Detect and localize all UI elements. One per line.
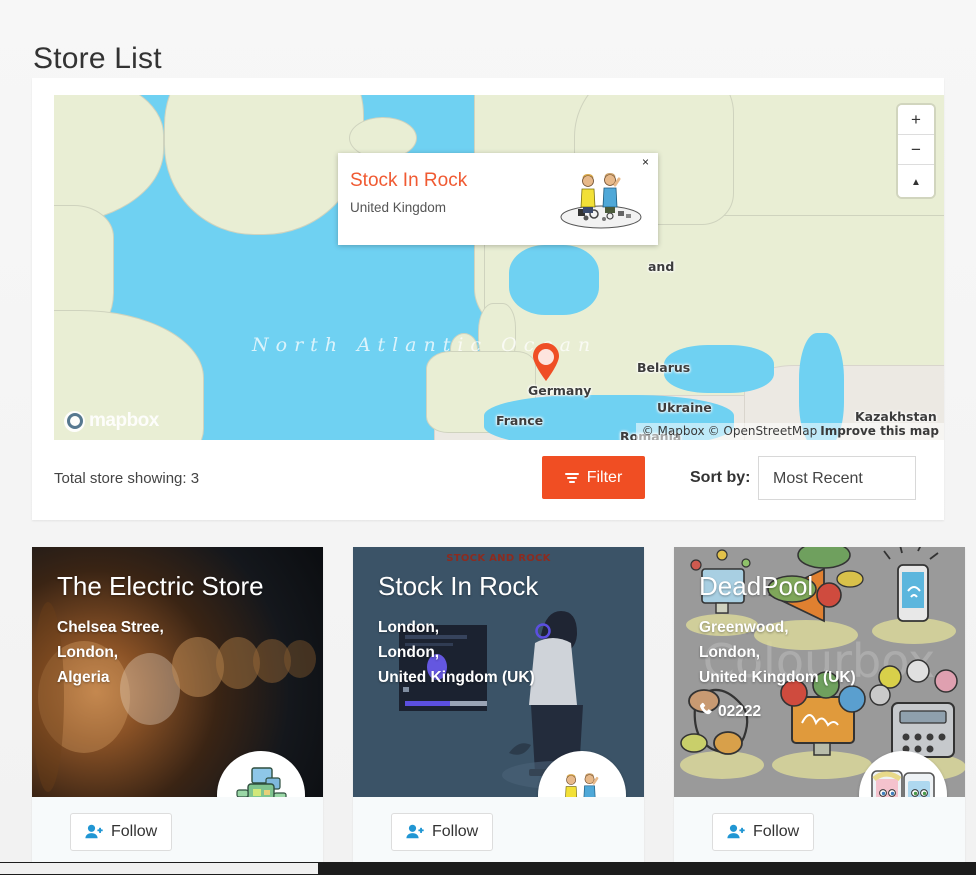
landmass-greenland bbox=[164, 95, 364, 235]
attribution-mapbox[interactable]: © Mapbox bbox=[642, 424, 705, 438]
store-card-footer: Follow bbox=[32, 797, 323, 867]
store-address-line: Algeria bbox=[57, 669, 110, 686]
map-canvas[interactable]: North Atlantic Ocean Iceland Sweden and … bbox=[54, 95, 944, 440]
store-name: DeadPool bbox=[699, 571, 814, 601]
store-banner-caption: STOCK AND ROCK bbox=[446, 553, 551, 564]
attribution-osm[interactable]: © OpenStreetMap bbox=[708, 424, 818, 438]
follow-button[interactable]: Follow bbox=[70, 813, 173, 851]
phone-icon bbox=[699, 702, 713, 721]
compass-up-arrow: ▲ bbox=[911, 177, 921, 188]
map-label-france: France bbox=[496, 413, 544, 428]
map-label-belarus: Belarus bbox=[637, 360, 691, 375]
filter-icon bbox=[564, 471, 579, 485]
follow-button-label: Follow bbox=[111, 823, 158, 840]
store-card[interactable]: Colourbox DeadPool Greenwood, London, Un… bbox=[674, 547, 965, 867]
mapbox-logo[interactable]: mapbox bbox=[64, 410, 159, 432]
store-banner: The Electric Store Chelsea Stree, London… bbox=[32, 547, 323, 797]
store-list-page: Store List North Atlantic Ocean and Bela… bbox=[0, 0, 976, 875]
popup-store-country: United Kingdom bbox=[350, 200, 447, 215]
store-card-list: The Electric Store Chelsea Stree, London… bbox=[32, 547, 965, 867]
store-address-line: Greenwood, bbox=[699, 619, 789, 636]
store-card[interactable]: STOCK AND ROCK Stock In Rock London, Lon… bbox=[353, 547, 644, 867]
store-name: Stock In Rock bbox=[378, 571, 539, 601]
scrollbar-thumb[interactable] bbox=[0, 863, 318, 874]
store-address-line: London, bbox=[378, 644, 440, 661]
store-banner: STOCK AND ROCK Stock In Rock London, Lon… bbox=[353, 547, 644, 797]
map-marker-pin[interactable] bbox=[532, 343, 560, 381]
zoom-out-button[interactable]: − bbox=[898, 135, 934, 165]
store-phone-number: 02222 bbox=[718, 702, 762, 720]
store-card[interactable]: The Electric Store Chelsea Stree, London… bbox=[32, 547, 323, 867]
store-address: London, London, United Kingdom (UK) bbox=[378, 615, 535, 690]
page-title: Store List bbox=[33, 42, 162, 76]
store-address: Greenwood, London, United Kingdom (UK) bbox=[699, 615, 856, 690]
store-card-footer: Follow bbox=[353, 797, 644, 867]
map-zoom-controls[interactable]: + − ▲ ▼ bbox=[898, 105, 934, 197]
popup-store-thumbnail bbox=[558, 169, 644, 229]
map-label-kazakhstan: Kazakhstan bbox=[855, 409, 937, 424]
compass-icon: ▲ ▼ bbox=[911, 177, 921, 197]
filter-button[interactable]: Filter bbox=[542, 456, 645, 499]
filter-button-label: Filter bbox=[586, 468, 623, 486]
store-address-line: United Kingdom (UK) bbox=[378, 669, 535, 686]
map-panel: North Atlantic Ocean Iceland Sweden and … bbox=[32, 78, 944, 520]
horizontal-scrollbar[interactable] bbox=[0, 862, 976, 875]
follow-button[interactable]: Follow bbox=[712, 813, 815, 851]
total-store-count: Total store showing: 3 bbox=[54, 470, 200, 487]
map-attribution: © Mapbox © OpenStreetMap Improve this map bbox=[635, 423, 944, 440]
mapbox-wordmark: mapbox bbox=[89, 410, 159, 431]
mapbox-mark-icon bbox=[64, 410, 85, 432]
sea-north bbox=[509, 245, 599, 315]
map-label-ukraine: Ukraine bbox=[657, 400, 712, 415]
popup-store-name: Stock In Rock bbox=[350, 170, 468, 191]
store-address-line: Chelsea Stree, bbox=[57, 619, 164, 636]
map-popup[interactable]: Stock In Rock United Kingdom × bbox=[338, 153, 658, 245]
sort-by-label: Sort by: bbox=[690, 469, 751, 486]
user-plus-icon bbox=[85, 824, 103, 840]
store-banner: Colourbox DeadPool Greenwood, London, Un… bbox=[674, 547, 965, 797]
map-label-finland: and bbox=[648, 259, 675, 274]
store-address-line: London, bbox=[699, 644, 761, 661]
attribution-improve-link[interactable]: Improve this map bbox=[820, 424, 939, 438]
store-phone: 02222 bbox=[699, 702, 761, 721]
store-address: Chelsea Stree, London, Algeria bbox=[57, 615, 164, 690]
follow-button-label: Follow bbox=[753, 823, 800, 840]
compass-button[interactable]: ▲ ▼ bbox=[898, 165, 934, 197]
store-name: The Electric Store bbox=[57, 571, 264, 601]
map-label-germany: Germany bbox=[528, 383, 592, 398]
user-plus-icon bbox=[406, 824, 424, 840]
store-card-footer: Follow bbox=[674, 797, 965, 867]
store-address-line: United Kingdom (UK) bbox=[699, 669, 856, 686]
user-plus-icon bbox=[727, 824, 745, 840]
store-address-line: London, bbox=[57, 644, 119, 661]
store-address-line: London, bbox=[378, 619, 440, 636]
zoom-in-button[interactable]: + bbox=[898, 105, 934, 135]
ocean-label: North Atlantic Ocean bbox=[252, 332, 590, 359]
follow-button-label: Follow bbox=[432, 823, 479, 840]
follow-button[interactable]: Follow bbox=[391, 813, 494, 851]
sort-by-select[interactable]: Most Recent bbox=[758, 456, 916, 500]
map-toolbar: Total store showing: 3 Filter Sort by: M… bbox=[54, 456, 922, 504]
